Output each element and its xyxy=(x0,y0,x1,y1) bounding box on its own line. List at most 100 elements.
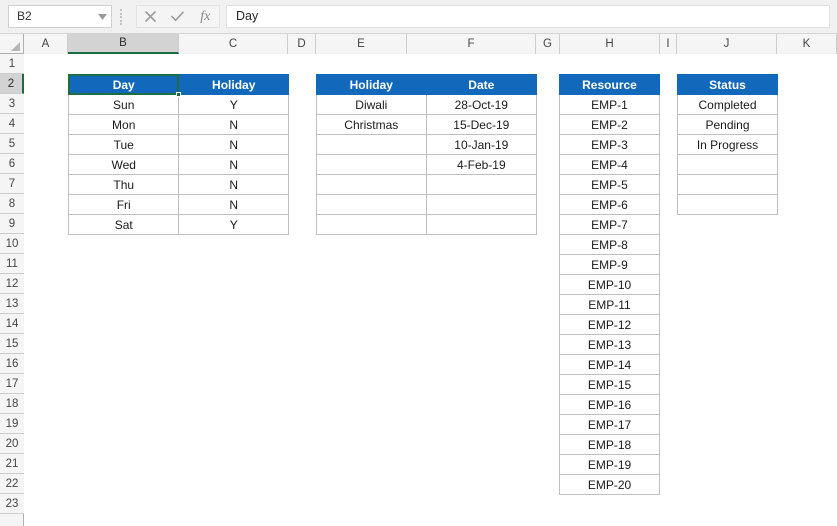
table-cell[interactable]: 10-Jan-19 xyxy=(425,134,538,155)
column-header-a[interactable]: A xyxy=(24,34,68,54)
column-header-b[interactable]: B xyxy=(68,34,179,54)
table-cell[interactable]: EMP-20 xyxy=(559,474,660,495)
table-cell[interactable]: Sun xyxy=(67,94,180,115)
table-cell[interactable]: EMP-18 xyxy=(559,434,660,455)
column-title-holiday[interactable]: Holiday xyxy=(316,74,427,95)
table-cell[interactable]: EMP-10 xyxy=(559,274,660,295)
row-header-23[interactable]: 23 xyxy=(0,494,24,514)
table-cell[interactable] xyxy=(316,174,427,195)
column-header-c[interactable]: C xyxy=(179,34,288,54)
table-cell[interactable]: Wed xyxy=(67,154,180,175)
table-cell[interactable] xyxy=(425,174,538,195)
table-cell[interactable]: Completed xyxy=(677,94,778,115)
row-header-18[interactable]: 18 xyxy=(0,394,24,414)
column-header-j[interactable]: J xyxy=(677,34,777,54)
table-cell[interactable] xyxy=(316,194,427,215)
table-cell[interactable] xyxy=(316,214,427,235)
column-title-resource[interactable]: Resource xyxy=(559,74,660,95)
cancel-x-icon[interactable] xyxy=(139,6,163,27)
table-cell[interactable] xyxy=(316,154,427,175)
row-header-4[interactable]: 4 xyxy=(0,114,24,134)
row-header-12[interactable]: 12 xyxy=(0,274,24,294)
row-header-2[interactable]: 2 xyxy=(0,74,24,94)
cell-area[interactable]: Day Holiday Sun Y Mon N Tue N Wed N Thu N Fri N Sat Y H… xyxy=(24,54,837,526)
table-cell[interactable]: EMP-8 xyxy=(559,234,660,255)
table-cell[interactable]: N xyxy=(178,174,289,195)
table-cell[interactable]: Fri xyxy=(67,194,180,215)
column-header-k[interactable]: K xyxy=(777,34,837,54)
column-header-i[interactable]: I xyxy=(660,34,677,54)
table-cell[interactable]: 28-Oct-19 xyxy=(425,94,538,115)
row-header-22[interactable]: 22 xyxy=(0,474,24,494)
table-cell[interactable] xyxy=(425,214,538,235)
column-title-holiday[interactable]: Holiday xyxy=(178,74,289,95)
table-cell[interactable]: EMP-12 xyxy=(559,314,660,335)
table-cell[interactable]: EMP-1 xyxy=(559,94,660,115)
column-title-status[interactable]: Status xyxy=(677,74,778,95)
row-header-1[interactable]: 1 xyxy=(0,54,24,74)
table-cell[interactable] xyxy=(425,194,538,215)
table-cell[interactable]: N xyxy=(178,114,289,135)
table-cell[interactable]: N xyxy=(178,154,289,175)
column-header-f[interactable]: F xyxy=(407,34,536,54)
column-title-day[interactable]: Day xyxy=(67,74,180,95)
table-cell[interactable]: EMP-16 xyxy=(559,394,660,415)
row-header-14[interactable]: 14 xyxy=(0,314,24,334)
select-all-button[interactable] xyxy=(0,34,24,54)
table-cell[interactable]: EMP-11 xyxy=(559,294,660,315)
table-cell[interactable]: EMP-2 xyxy=(559,114,660,135)
table-cell[interactable]: 15-Dec-19 xyxy=(425,114,538,135)
row-header-6[interactable]: 6 xyxy=(0,154,24,174)
table-cell[interactable]: Y xyxy=(178,94,289,115)
row-header-7[interactable]: 7 xyxy=(0,174,24,194)
table-cell[interactable]: EMP-13 xyxy=(559,334,660,355)
row-header-5[interactable]: 5 xyxy=(0,134,24,154)
table-cell[interactable]: Tue xyxy=(67,134,180,155)
table-cell[interactable] xyxy=(677,174,778,195)
row-header-19[interactable]: 19 xyxy=(0,414,24,434)
column-title-date[interactable]: Date xyxy=(425,74,538,95)
formula-input[interactable]: Day xyxy=(226,5,830,28)
table-cell[interactable]: EMP-5 xyxy=(559,174,660,195)
table-cell[interactable]: 4-Feb-19 xyxy=(425,154,538,175)
column-header-h[interactable]: H xyxy=(560,34,660,54)
table-cell[interactable]: Christmas xyxy=(316,114,427,135)
row-header-8[interactable]: 8 xyxy=(0,194,24,214)
chevron-down-icon[interactable] xyxy=(93,6,111,27)
table-cell[interactable]: In Progress xyxy=(677,134,778,155)
table-cell[interactable]: EMP-9 xyxy=(559,254,660,275)
table-cell[interactable]: EMP-6 xyxy=(559,194,660,215)
row-header-17[interactable]: 17 xyxy=(0,374,24,394)
table-cell[interactable]: Thu xyxy=(67,174,180,195)
table-cell[interactable]: EMP-19 xyxy=(559,454,660,475)
table-cell[interactable]: EMP-14 xyxy=(559,354,660,375)
row-header-11[interactable]: 11 xyxy=(0,254,24,274)
row-header-9[interactable]: 9 xyxy=(0,214,24,234)
checkmark-icon[interactable] xyxy=(166,6,190,27)
table-cell[interactable]: Pending xyxy=(677,114,778,135)
row-header-16[interactable]: 16 xyxy=(0,354,24,374)
fx-insert-function-icon[interactable]: fx xyxy=(193,6,217,27)
row-header-13[interactable]: 13 xyxy=(0,294,24,314)
table-cell[interactable]: EMP-7 xyxy=(559,214,660,235)
column-header-e[interactable]: E xyxy=(316,34,407,54)
row-header-20[interactable]: 20 xyxy=(0,434,24,454)
name-box[interactable]: B2 xyxy=(8,5,112,28)
table-cell[interactable]: Sat xyxy=(67,214,180,235)
table-cell[interactable]: EMP-3 xyxy=(559,134,660,155)
table-cell[interactable]: Y xyxy=(178,214,289,235)
table-cell[interactable]: EMP-17 xyxy=(559,414,660,435)
table-cell[interactable]: N xyxy=(178,194,289,215)
row-header-3[interactable]: 3 xyxy=(0,94,24,114)
table-cell[interactable]: Mon xyxy=(67,114,180,135)
table-cell[interactable] xyxy=(677,194,778,215)
table-cell[interactable]: EMP-15 xyxy=(559,374,660,395)
table-cell[interactable] xyxy=(677,154,778,175)
row-header-15[interactable]: 15 xyxy=(0,334,24,354)
table-cell[interactable]: Diwali xyxy=(316,94,427,115)
column-header-d[interactable]: D xyxy=(288,34,316,54)
table-cell[interactable]: EMP-4 xyxy=(559,154,660,175)
table-cell[interactable] xyxy=(316,134,427,155)
table-cell[interactable]: N xyxy=(178,134,289,155)
row-header-10[interactable]: 10 xyxy=(0,234,24,254)
